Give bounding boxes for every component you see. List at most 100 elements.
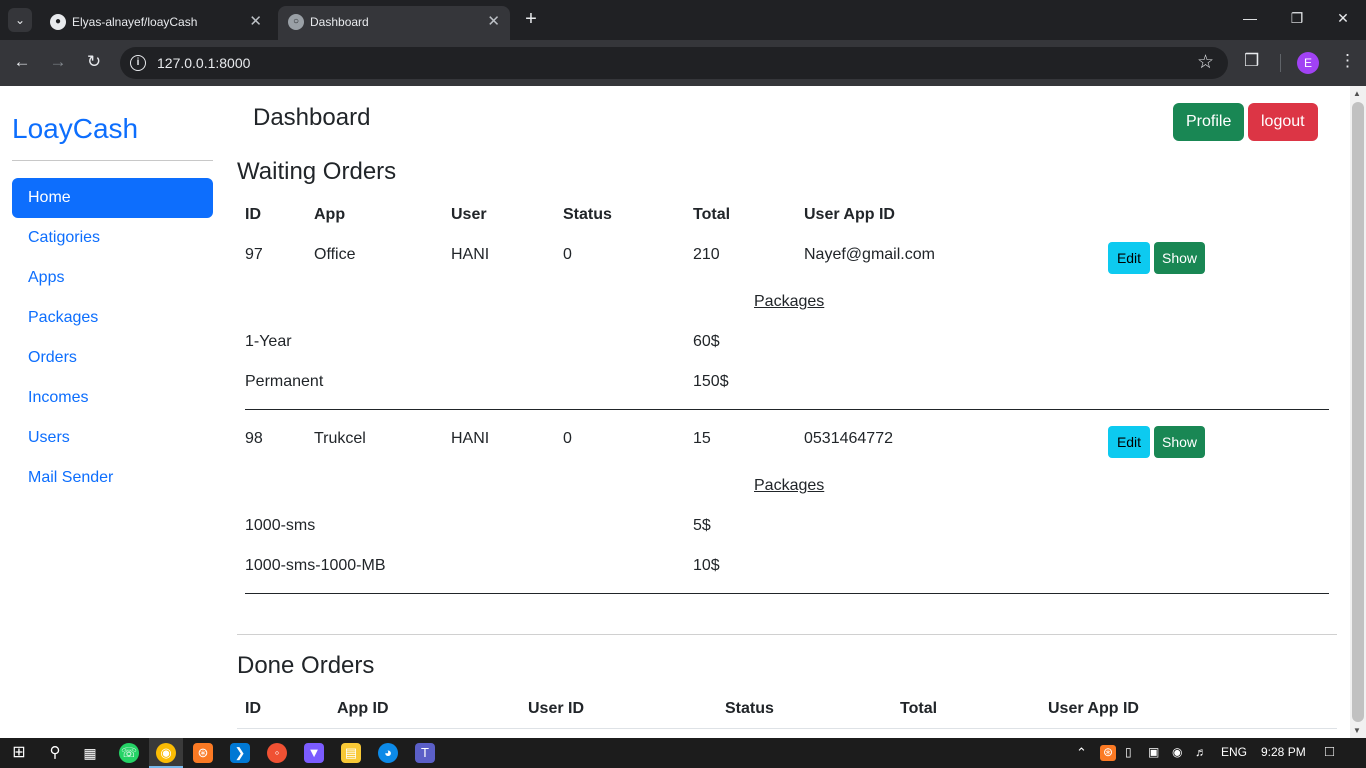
window-close-icon[interactable]: ✕ bbox=[1331, 10, 1355, 27]
file-explorer-icon[interactable]: ▤ bbox=[341, 743, 361, 763]
tab-dashboard[interactable]: ○ Dashboard ✕ bbox=[278, 6, 510, 40]
url-text[interactable]: 127.0.0.1:8000 bbox=[157, 55, 250, 71]
vscode-icon[interactable]: ❯ bbox=[230, 743, 250, 763]
column-header-total: Total bbox=[900, 700, 938, 717]
sidebar-nav: Home Catigories Apps Packages Orders Inc… bbox=[12, 178, 213, 498]
waiting-orders-title: Waiting Orders bbox=[237, 158, 397, 185]
edge-icon[interactable]: ◕ bbox=[378, 743, 398, 763]
packages-label: Packages bbox=[754, 293, 825, 310]
logout-button[interactable]: logout bbox=[1248, 103, 1318, 141]
network-globe-icon[interactable]: ◉ bbox=[1172, 745, 1182, 759]
column-header-id: ID bbox=[245, 700, 261, 717]
tab-github[interactable]: ● Elyas-alnayef/loayCash ✕ bbox=[40, 6, 272, 40]
sidebar-item-incomes[interactable]: Incomes bbox=[12, 378, 213, 418]
toolbar-divider bbox=[1280, 54, 1281, 72]
order-divider bbox=[245, 593, 1329, 594]
sidebar-item-packages[interactable]: Packages bbox=[12, 298, 213, 338]
package-price: 10$ bbox=[693, 557, 720, 574]
order-status: 0 bbox=[563, 246, 572, 263]
order-total: 210 bbox=[693, 246, 720, 263]
package-price: 60$ bbox=[693, 333, 720, 350]
scroll-down-arrow-icon[interactable]: ▼ bbox=[1353, 726, 1361, 735]
scroll-up-arrow-icon[interactable]: ▲ bbox=[1353, 89, 1361, 98]
battery-icon[interactable]: ▯ bbox=[1125, 745, 1132, 759]
show-button[interactable]: Show bbox=[1154, 426, 1205, 458]
tab-title: Elyas-alnayef/loayCash bbox=[72, 15, 198, 29]
back-arrow-icon[interactable]: ← bbox=[10, 52, 34, 72]
bookmark-star-icon[interactable]: ☆ bbox=[1197, 51, 1214, 74]
scrollbar-thumb[interactable] bbox=[1352, 102, 1364, 722]
tab-search-chevron-icon[interactable]: ⌄ bbox=[8, 8, 32, 32]
package-name: 1000-sms bbox=[245, 517, 316, 534]
column-header-total: Total bbox=[693, 206, 731, 223]
close-icon[interactable]: ✕ bbox=[249, 12, 262, 30]
column-header-user-app-id: User App ID bbox=[804, 206, 895, 223]
tray-app-icon[interactable]: ▣ bbox=[1148, 745, 1159, 759]
sidebar-item-users[interactable]: Users bbox=[12, 418, 213, 458]
page-scrollbar[interactable]: ▲ ▼ bbox=[1350, 86, 1366, 738]
column-header-app: App bbox=[314, 206, 346, 223]
package-name: 1000-sms-1000-MB bbox=[245, 557, 386, 574]
volume-icon[interactable]: ♬ bbox=[1195, 745, 1207, 759]
restore-icon[interactable]: ❐ bbox=[1285, 10, 1309, 27]
packages-label: Packages bbox=[754, 477, 825, 494]
order-app: Office bbox=[314, 246, 356, 263]
extensions-puzzle-icon[interactable]: ❒ bbox=[1244, 51, 1259, 71]
new-tab-plus-icon[interactable]: + bbox=[520, 8, 542, 30]
xampp-tray-icon[interactable]: ⊛ bbox=[1100, 745, 1116, 761]
order-id: 97 bbox=[245, 246, 263, 263]
tab-title: Dashboard bbox=[310, 15, 369, 29]
git-icon[interactable]: ◦ bbox=[267, 743, 287, 763]
order-id: 98 bbox=[245, 430, 263, 447]
package-price: 150$ bbox=[693, 373, 729, 390]
column-header-user-id: User ID bbox=[528, 700, 585, 717]
sidebar-item-categories[interactable]: Catigories bbox=[12, 218, 213, 258]
order-user: HANI bbox=[451, 246, 490, 263]
sidebar-divider bbox=[12, 160, 213, 161]
edit-button[interactable]: Edit bbox=[1108, 426, 1150, 458]
sidebar-item-home[interactable]: Home bbox=[12, 178, 213, 218]
show-hidden-icons-chevron-icon[interactable]: ⌃ bbox=[1076, 745, 1087, 761]
minimize-icon[interactable]: — bbox=[1238, 10, 1262, 26]
sidebar-item-orders[interactable]: Orders bbox=[12, 338, 213, 378]
show-button[interactable]: Show bbox=[1154, 242, 1205, 274]
order-user-app-id: Nayef@gmail.com bbox=[804, 246, 935, 263]
close-icon[interactable]: ✕ bbox=[487, 12, 500, 30]
profile-button[interactable]: Profile bbox=[1173, 103, 1245, 141]
package-price: 5$ bbox=[693, 517, 711, 534]
package-name: Permanent bbox=[245, 373, 324, 390]
order-app: Trukcel bbox=[314, 430, 366, 447]
clock[interactable]: 9:28 PM bbox=[1261, 745, 1306, 759]
sidebar-item-apps[interactable]: Apps bbox=[12, 258, 213, 298]
forward-arrow-icon[interactable]: → bbox=[46, 52, 70, 72]
language-indicator[interactable]: ENG bbox=[1221, 745, 1247, 759]
browser-toolbar: ← → ↻ i 127.0.0.1:8000 ☆ ❒ E ⋮ bbox=[0, 40, 1366, 86]
reload-icon[interactable]: ↻ bbox=[82, 52, 106, 72]
address-bar[interactable]: i 127.0.0.1:8000 ☆ bbox=[120, 47, 1228, 79]
column-header-id: ID bbox=[245, 206, 261, 223]
chrome-icon[interactable]: ◉ bbox=[156, 743, 176, 763]
site-info-icon[interactable]: i bbox=[130, 55, 146, 71]
search-icon[interactable]: ⚲ bbox=[45, 743, 65, 763]
whatsapp-icon[interactable]: ☏ bbox=[119, 743, 139, 763]
github-icon: ● bbox=[50, 14, 66, 30]
sidebar-item-mail-sender[interactable]: Mail Sender bbox=[12, 458, 213, 498]
windows-taskbar: ⊞ ⚲ ▦ ☏ ◉ ⊛ ❯ ◦ ▼ ▤ ◕ T ⌃ ⊛ ▯ ▣ ◉ ♬ ENG … bbox=[0, 738, 1366, 768]
brand-logo[interactable]: LoayCash bbox=[12, 113, 138, 145]
page-title: Dashboard bbox=[253, 104, 371, 131]
edit-button[interactable]: Edit bbox=[1108, 242, 1150, 274]
notifications-icon[interactable]: □ bbox=[1325, 743, 1334, 760]
package-name: 1-Year bbox=[245, 333, 292, 350]
order-user: HANI bbox=[451, 430, 490, 447]
profile-avatar[interactable]: E bbox=[1297, 52, 1319, 74]
task-view-icon[interactable]: ▦ bbox=[80, 743, 100, 763]
column-header-user: User bbox=[451, 206, 487, 223]
browser-menu-icon[interactable]: ⋮ bbox=[1339, 51, 1356, 71]
order-divider bbox=[245, 409, 1329, 410]
teams-icon[interactable]: T bbox=[415, 743, 435, 763]
order-status: 0 bbox=[563, 430, 572, 447]
table-header-divider bbox=[237, 728, 1337, 729]
windows-start-icon[interactable]: ⊞ bbox=[9, 743, 29, 763]
app-triangle-icon[interactable]: ▼ bbox=[304, 743, 324, 763]
xampp-icon[interactable]: ⊛ bbox=[193, 743, 213, 763]
